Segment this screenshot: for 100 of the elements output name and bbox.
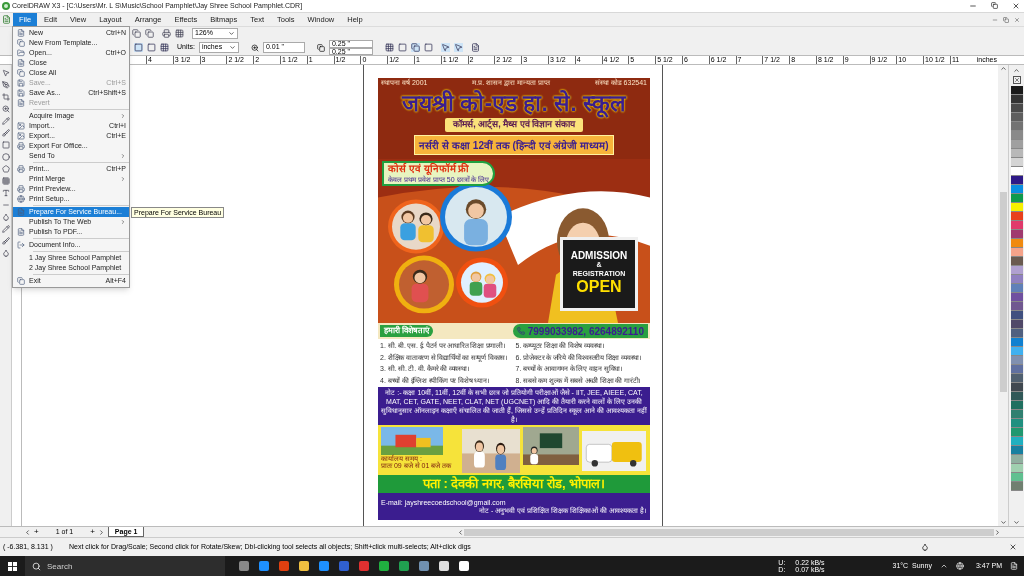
color-swatch[interactable] bbox=[1010, 239, 1023, 248]
vertical-scrollbar[interactable] bbox=[998, 65, 1008, 526]
color-swatch[interactable] bbox=[1010, 284, 1023, 293]
line-icon[interactable] bbox=[1, 201, 10, 209]
toolbar-icon[interactable] bbox=[453, 43, 463, 52]
color-swatch[interactable] bbox=[1010, 221, 1023, 230]
text-icon[interactable] bbox=[1, 189, 10, 197]
toolbar-icon[interactable] bbox=[423, 43, 433, 52]
menu-item-icon bbox=[16, 69, 25, 77]
zoom-icon[interactable] bbox=[1, 105, 10, 113]
color-swatch[interactable] bbox=[1010, 455, 1023, 464]
ellipse-icon[interactable] bbox=[1, 153, 10, 161]
color-swatch[interactable] bbox=[1010, 86, 1023, 95]
scroll-right-icon[interactable] bbox=[994, 528, 1001, 536]
color-swatch[interactable] bbox=[1010, 140, 1023, 149]
scrollbar-thumb[interactable] bbox=[464, 528, 994, 536]
crop-icon[interactable] bbox=[1, 93, 10, 101]
menu-item-icon bbox=[16, 49, 25, 57]
color-swatch[interactable] bbox=[1010, 122, 1023, 131]
pen-icon[interactable] bbox=[1, 81, 10, 89]
color-swatch[interactable] bbox=[1010, 338, 1023, 347]
restore-icon[interactable] bbox=[991, 2, 998, 9]
dropper-icon[interactable] bbox=[1, 213, 10, 221]
menu-item-icon bbox=[16, 195, 25, 203]
toolbar-icon[interactable] bbox=[384, 43, 394, 52]
pencil-icon[interactable] bbox=[1, 225, 10, 233]
scrollbar-thumb[interactable] bbox=[999, 192, 1007, 392]
menu-item-icon bbox=[16, 228, 25, 236]
color-swatch[interactable] bbox=[1010, 329, 1023, 338]
close-icon[interactable] bbox=[1012, 2, 1020, 10]
color-swatch[interactable] bbox=[1010, 95, 1023, 104]
portrait-icon[interactable] bbox=[134, 43, 143, 52]
color-swatch[interactable] bbox=[1010, 383, 1023, 392]
color-swatch[interactable] bbox=[1010, 230, 1023, 239]
color-swatch[interactable] bbox=[1010, 194, 1023, 203]
landscape-icon[interactable] bbox=[147, 43, 156, 52]
color-swatch[interactable] bbox=[1010, 428, 1023, 437]
menu-item-icon bbox=[16, 132, 25, 140]
color-swatch[interactable] bbox=[1010, 473, 1023, 482]
color-swatch[interactable] bbox=[1010, 266, 1023, 275]
color-swatch[interactable] bbox=[1010, 410, 1023, 419]
color-swatch[interactable] bbox=[1010, 104, 1023, 113]
last-page-icon[interactable] bbox=[97, 528, 105, 536]
horizontal-scrollbar[interactable] bbox=[457, 527, 1001, 537]
color-swatch[interactable] bbox=[1010, 311, 1023, 320]
color-swatch[interactable] bbox=[1010, 131, 1023, 140]
color-swatch[interactable] bbox=[1010, 446, 1023, 455]
color-swatch[interactable] bbox=[1010, 212, 1023, 221]
color-swatch[interactable] bbox=[1010, 437, 1023, 446]
polygon-icon[interactable] bbox=[1, 165, 10, 173]
color-swatch[interactable] bbox=[1010, 293, 1023, 302]
sign-text: ADMISSION bbox=[570, 251, 628, 262]
pencil-icon[interactable] bbox=[1, 117, 10, 125]
color-swatch[interactable] bbox=[1010, 320, 1023, 329]
color-swatch[interactable] bbox=[1010, 401, 1023, 410]
color-swatch[interactable] bbox=[1010, 176, 1023, 185]
rectangle-icon[interactable] bbox=[1, 141, 10, 149]
network-icon[interactable] bbox=[955, 562, 964, 570]
search-field[interactable]: Search bbox=[25, 556, 225, 576]
color-swatch[interactable] bbox=[1010, 275, 1023, 284]
color-swatch[interactable] bbox=[1010, 464, 1023, 473]
document-icon[interactable] bbox=[2, 15, 11, 24]
color-swatch[interactable] bbox=[1010, 392, 1023, 401]
color-swatch[interactable] bbox=[1010, 347, 1023, 356]
add-page-button[interactable]: + bbox=[34, 528, 39, 536]
classes-banner: नर्सरी से कक्षा 12वीं तक (हिन्दी एवं अंग्रेजी माध्यम) bbox=[414, 135, 614, 155]
brush-icon[interactable] bbox=[1, 129, 10, 137]
color-swatch[interactable] bbox=[1010, 482, 1023, 491]
dropper-icon[interactable] bbox=[1, 249, 10, 257]
toolbar-icon[interactable] bbox=[410, 43, 420, 52]
brush-icon[interactable] bbox=[1, 237, 10, 245]
copy-icon[interactable] bbox=[132, 29, 141, 38]
restore-icon[interactable] bbox=[1003, 16, 1009, 23]
color-swatch[interactable] bbox=[1010, 302, 1023, 311]
color-swatch[interactable] bbox=[1010, 356, 1023, 365]
color-swatch[interactable] bbox=[1010, 419, 1023, 428]
tray-icon[interactable] bbox=[939, 562, 948, 570]
no-color-icon[interactable] bbox=[1012, 76, 1021, 84]
menu-item-icon bbox=[16, 29, 25, 37]
pointer-icon[interactable] bbox=[1, 69, 10, 77]
toolbar-icon[interactable] bbox=[470, 43, 480, 52]
add-page-button[interactable]: + bbox=[90, 528, 95, 536]
color-swatch[interactable] bbox=[1010, 158, 1023, 167]
color-swatch[interactable] bbox=[1010, 248, 1023, 257]
color-swatch[interactable] bbox=[1010, 365, 1023, 374]
color-swatch[interactable] bbox=[1010, 149, 1023, 158]
toolbar-icon[interactable] bbox=[397, 43, 407, 52]
color-swatch[interactable] bbox=[1010, 113, 1023, 122]
windows-logo-icon[interactable] bbox=[8, 561, 17, 571]
color-swatch[interactable] bbox=[1010, 203, 1023, 212]
minimize-icon[interactable] bbox=[969, 2, 977, 10]
color-swatch[interactable] bbox=[1010, 185, 1023, 194]
scroll-left-icon[interactable] bbox=[457, 528, 465, 536]
color-swatch[interactable] bbox=[1010, 257, 1023, 266]
first-page-icon[interactable] bbox=[24, 528, 31, 536]
color-swatch[interactable] bbox=[1010, 374, 1023, 383]
printer-icon[interactable] bbox=[162, 29, 171, 38]
color-swatch[interactable] bbox=[1010, 167, 1023, 176]
toolbar-icon[interactable] bbox=[440, 43, 450, 52]
menu-item-icon bbox=[16, 89, 25, 97]
